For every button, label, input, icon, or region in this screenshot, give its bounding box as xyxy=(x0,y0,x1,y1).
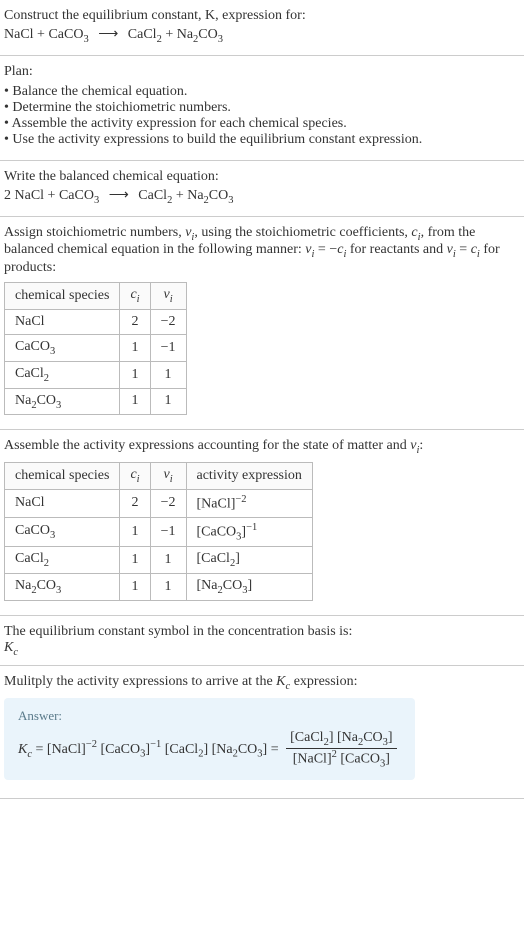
balanced-equation: 2 NaCl + CaCO3 ⟶ CaCl2 + Na2CO3 xyxy=(4,187,520,206)
expr-cell: [CaCl2] xyxy=(186,547,312,574)
balanced-section: Write the balanced chemical equation: 2 … xyxy=(0,161,524,217)
plan-section: Plan: Balance the chemical equation. Det… xyxy=(0,56,524,161)
col-species: chemical species xyxy=(5,463,120,490)
table-row: NaCl 2 −2 [NaCl]−2 xyxy=(5,489,313,517)
vi-cell: −1 xyxy=(150,334,186,361)
plan-header: Plan: xyxy=(4,64,520,80)
activity-table: chemical species ci νi activity expressi… xyxy=(4,462,313,601)
col-vi: νi xyxy=(150,463,186,490)
multiply-section: Mulitply the activity expressions to arr… xyxy=(0,666,524,798)
ci-cell: 1 xyxy=(120,517,150,546)
species-cell: Na2CO3 xyxy=(5,388,120,415)
table-row: Na2CO3 1 1 [Na2CO3] xyxy=(5,573,313,600)
col-expr: activity expression xyxy=(186,463,312,490)
table-row: NaCl 2 −2 xyxy=(5,309,187,334)
plan-item: Assemble the activity expression for eac… xyxy=(4,116,520,132)
intro-line: Construct the equilibrium constant, K, e… xyxy=(4,8,520,24)
plan-item: Use the activity expressions to build th… xyxy=(4,132,520,148)
species-cell: Na2CO3 xyxy=(5,573,120,600)
species-cell: NaCl xyxy=(5,489,120,517)
balanced-header: Write the balanced chemical equation: xyxy=(4,169,520,185)
ci-cell: 2 xyxy=(120,489,150,517)
table-row: CaCO3 1 −1 xyxy=(5,334,187,361)
answer-expression: Kc = [NaCl]−2 [CaCO3]−1 [CaCl2] [Na2CO3]… xyxy=(18,730,401,769)
species-cell: CaCO3 xyxy=(5,517,120,546)
answer-label: Answer: xyxy=(18,708,401,724)
vi-cell: 1 xyxy=(150,361,186,388)
kc-symbol-section: The equilibrium constant symbol in the c… xyxy=(0,616,524,667)
species-cell: CaCl2 xyxy=(5,547,120,574)
ci-cell: 2 xyxy=(120,309,150,334)
col-species: chemical species xyxy=(5,283,120,310)
stoich-section: Assign stoichiometric numbers, νi, using… xyxy=(0,217,524,431)
intro-text: Construct the equilibrium constant, K, e… xyxy=(4,8,306,23)
kc-symbol: Kc xyxy=(4,640,520,658)
ci-cell: 1 xyxy=(120,573,150,600)
table-row: CaCl2 1 1 xyxy=(5,361,187,388)
species-cell: CaCO3 xyxy=(5,334,120,361)
expr-cell: [CaCO3]−1 xyxy=(186,517,312,546)
activity-section: Assemble the activity expressions accoun… xyxy=(0,430,524,615)
answer-box: Answer: Kc = [NaCl]−2 [CaCO3]−1 [CaCl2] … xyxy=(4,698,415,779)
vi-cell: 1 xyxy=(150,388,186,415)
unbalanced-equation: NaCl + CaCO3 ⟶ CaCl2 + Na2CO3 xyxy=(4,26,520,45)
col-ci: ci xyxy=(120,463,150,490)
ci-cell: 1 xyxy=(120,547,150,574)
species-cell: CaCl2 xyxy=(5,361,120,388)
kc-symbol-text: The equilibrium constant symbol in the c… xyxy=(4,624,520,640)
vi-cell: −1 xyxy=(150,517,186,546)
ci-cell: 1 xyxy=(120,388,150,415)
vi-cell: −2 xyxy=(150,309,186,334)
expr-cell: [NaCl]−2 xyxy=(186,489,312,517)
table-header-row: chemical species ci νi xyxy=(5,283,187,310)
table-row: CaCO3 1 −1 [CaCO3]−1 xyxy=(5,517,313,546)
col-vi: νi xyxy=(150,283,186,310)
vi-cell: 1 xyxy=(150,573,186,600)
plan-item: Determine the stoichiometric numbers. xyxy=(4,100,520,116)
col-ci: ci xyxy=(120,283,150,310)
intro-section: Construct the equilibrium constant, K, e… xyxy=(0,0,524,56)
vi-cell: 1 xyxy=(150,547,186,574)
multiply-text: Mulitply the activity expressions to arr… xyxy=(4,674,520,692)
table-row: Na2CO3 1 1 xyxy=(5,388,187,415)
table-row: CaCl2 1 1 [CaCl2] xyxy=(5,547,313,574)
stoich-table: chemical species ci νi NaCl 2 −2 CaCO3 1… xyxy=(4,282,187,415)
ci-cell: 1 xyxy=(120,334,150,361)
ci-cell: 1 xyxy=(120,361,150,388)
stoich-text: Assign stoichiometric numbers, νi, using… xyxy=(4,225,520,277)
vi-cell: −2 xyxy=(150,489,186,517)
expr-cell: [Na2CO3] xyxy=(186,573,312,600)
table-header-row: chemical species ci νi activity expressi… xyxy=(5,463,313,490)
activity-text: Assemble the activity expressions accoun… xyxy=(4,438,520,456)
plan-list: Balance the chemical equation. Determine… xyxy=(4,84,520,148)
plan-item: Balance the chemical equation. xyxy=(4,84,520,100)
species-cell: NaCl xyxy=(5,309,120,334)
